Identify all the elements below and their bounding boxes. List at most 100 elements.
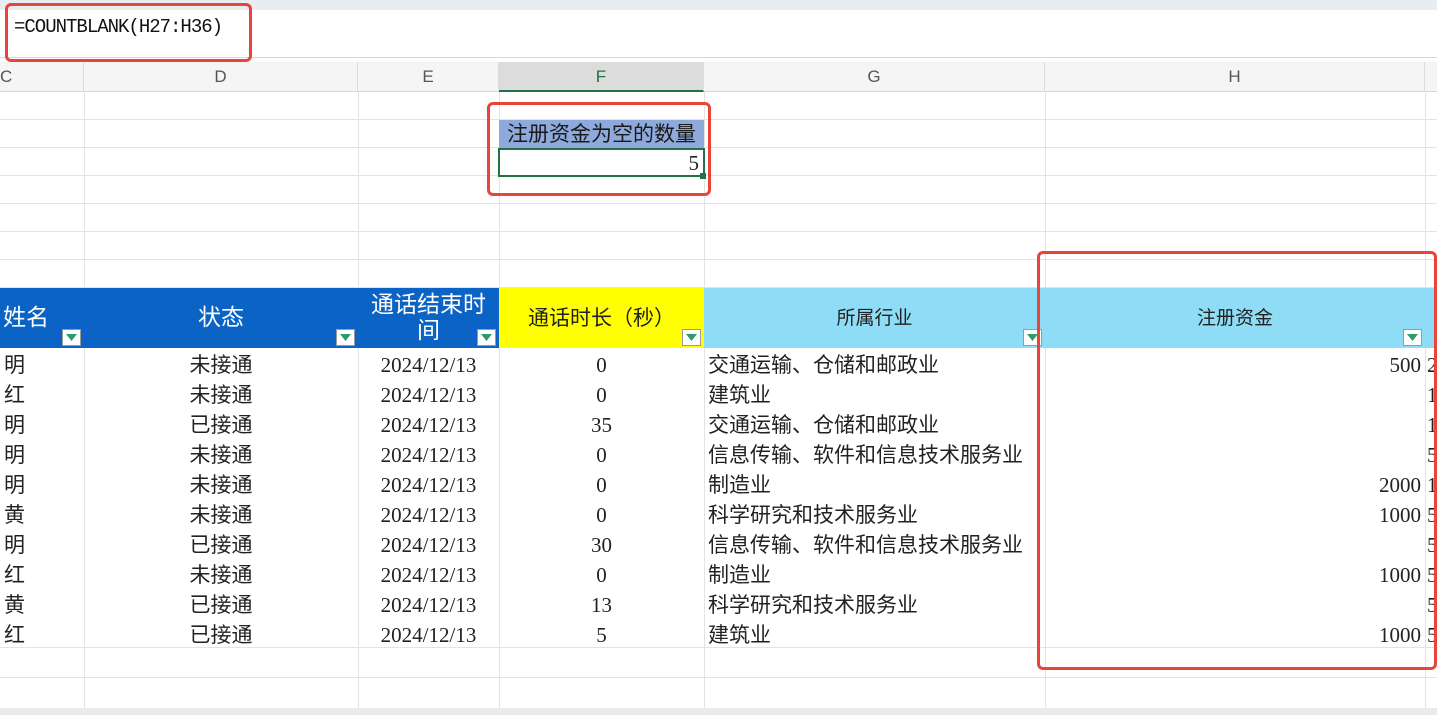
summary-value-cell[interactable]: 5 <box>498 148 705 177</box>
cell-duration[interactable]: 0 <box>499 499 704 529</box>
cell-industry[interactable]: 制造业 <box>704 469 1045 499</box>
filter-dropdown-icon[interactable] <box>477 329 496 346</box>
column-header-f[interactable]: F <box>499 62 704 92</box>
cell-duration[interactable]: 0 <box>499 439 704 469</box>
cell-name[interactable]: 明 <box>0 409 84 439</box>
cell-duration[interactable]: 5 <box>499 619 704 649</box>
cell-status[interactable]: 已接通 <box>84 589 358 619</box>
cell-next[interactable]: 2 <box>1425 349 1437 379</box>
cell-duration[interactable]: 0 <box>499 469 704 499</box>
cell-capital[interactable] <box>1045 439 1425 469</box>
header-end-time-label: 通话结束时间 <box>371 292 486 343</box>
header-next-column[interactable] <box>1425 288 1437 348</box>
cell-end-time[interactable]: 2024/12/13 <box>358 559 499 589</box>
filter-dropdown-icon[interactable] <box>1403 329 1422 346</box>
horizontal-scrollbar[interactable] <box>0 708 1437 715</box>
filter-dropdown-icon[interactable] <box>1023 329 1042 346</box>
column-header-h[interactable]: H <box>1045 62 1425 92</box>
cell-capital[interactable]: 2000 <box>1045 469 1425 499</box>
cell-capital[interactable] <box>1045 379 1425 409</box>
cell-next[interactable]: 1 <box>1425 379 1437 409</box>
cell-name[interactable]: 黄 <box>0 589 84 619</box>
cell-industry[interactable]: 交通运输、仓储和邮政业 <box>704 409 1045 439</box>
cell-next[interactable]: 1 <box>1425 469 1437 499</box>
summary-label-cell[interactable]: 注册资金为空的数量 <box>499 120 704 148</box>
header-duration[interactable]: 通话时长（秒） <box>499 288 704 348</box>
cell-next[interactable]: 5 <box>1425 559 1437 589</box>
cell-end-time[interactable]: 2024/12/13 <box>358 469 499 499</box>
header-end-time[interactable]: 通话结束时间 <box>358 288 499 348</box>
cell-end-time[interactable]: 2024/12/13 <box>358 409 499 439</box>
cell-next[interactable]: 5 <box>1425 589 1437 619</box>
cell-name[interactable]: 红 <box>0 379 84 409</box>
gridline <box>0 677 1437 678</box>
cell-capital[interactable] <box>1045 529 1425 559</box>
cell-capital[interactable] <box>1045 589 1425 619</box>
cell-status[interactable]: 未接通 <box>84 439 358 469</box>
cell-capital[interactable]: 500 <box>1045 349 1425 379</box>
cell-duration[interactable]: 13 <box>499 589 704 619</box>
header-industry[interactable]: 所属行业 <box>704 288 1045 348</box>
cell-name[interactable]: 红 <box>0 559 84 589</box>
cell-end-time[interactable]: 2024/12/13 <box>358 439 499 469</box>
cell-name[interactable]: 黄 <box>0 499 84 529</box>
cell-duration[interactable]: 30 <box>499 529 704 559</box>
column-header-i[interactable] <box>1425 62 1437 92</box>
cell-capital[interactable]: 1000 <box>1045 499 1425 529</box>
cell-end-time[interactable]: 2024/12/13 <box>358 349 499 379</box>
filter-dropdown-icon[interactable] <box>336 329 355 346</box>
cell-name[interactable]: 明 <box>0 529 84 559</box>
fill-handle[interactable] <box>700 173 706 179</box>
cell-end-time[interactable]: 2024/12/13 <box>358 619 499 649</box>
formula-input[interactable]: =COUNTBLANK(H27:H36) <box>14 16 223 38</box>
cell-end-time[interactable]: 2024/12/13 <box>358 529 499 559</box>
cell-duration[interactable]: 0 <box>499 559 704 589</box>
formula-bar[interactable]: =COUNTBLANK(H27:H36) <box>0 0 1437 58</box>
cell-name[interactable]: 红 <box>0 619 84 649</box>
cell-name[interactable]: 明 <box>0 349 84 379</box>
header-duration-label: 通话时长（秒） <box>528 306 675 330</box>
column-header-d[interactable]: D <box>84 62 358 92</box>
cell-next[interactable]: 5 <box>1425 499 1437 529</box>
cell-status[interactable]: 未接通 <box>84 349 358 379</box>
cell-industry[interactable]: 制造业 <box>704 559 1045 589</box>
cell-end-time[interactable]: 2024/12/13 <box>358 499 499 529</box>
cell-status[interactable]: 未接通 <box>84 499 358 529</box>
column-header-e[interactable]: E <box>358 62 499 92</box>
cell-status[interactable]: 未接通 <box>84 559 358 589</box>
header-status[interactable]: 状态 <box>84 288 358 348</box>
cell-next[interactable]: 5 <box>1425 529 1437 559</box>
cell-status[interactable]: 未接通 <box>84 379 358 409</box>
cell-duration[interactable]: 35 <box>499 409 704 439</box>
header-capital[interactable]: 注册资金 <box>1045 288 1425 348</box>
cell-capital[interactable]: 1000 <box>1045 619 1425 649</box>
cell-status[interactable]: 已接通 <box>84 529 358 559</box>
cell-duration[interactable]: 0 <box>499 379 704 409</box>
cell-next[interactable]: 5 <box>1425 439 1437 469</box>
cell-next[interactable]: 5 <box>1425 619 1437 649</box>
cell-end-time[interactable]: 2024/12/13 <box>358 379 499 409</box>
cell-end-time[interactable]: 2024/12/13 <box>358 589 499 619</box>
cell-industry[interactable]: 科学研究和技术服务业 <box>704 589 1045 619</box>
header-name-label: 姓名 <box>3 305 49 330</box>
cell-industry[interactable]: 交通运输、仓储和邮政业 <box>704 349 1045 379</box>
cell-industry[interactable]: 建筑业 <box>704 379 1045 409</box>
column-header-g[interactable]: G <box>704 62 1045 92</box>
column-header-c[interactable]: C <box>0 62 84 92</box>
filter-dropdown-icon[interactable] <box>682 329 701 346</box>
cell-status[interactable]: 已接通 <box>84 409 358 439</box>
cell-next[interactable]: 1 <box>1425 409 1437 439</box>
header-name[interactable]: 姓名 <box>0 288 84 348</box>
cell-industry[interactable]: 科学研究和技术服务业 <box>704 499 1045 529</box>
cell-capital[interactable] <box>1045 409 1425 439</box>
cell-capital[interactable]: 1000 <box>1045 559 1425 589</box>
cell-duration[interactable]: 0 <box>499 349 704 379</box>
cell-status[interactable]: 未接通 <box>84 469 358 499</box>
cell-industry[interactable]: 信息传输、软件和信息技术服务业 <box>704 439 1045 469</box>
cell-status[interactable]: 已接通 <box>84 619 358 649</box>
filter-dropdown-icon[interactable] <box>62 329 81 346</box>
cell-industry[interactable]: 信息传输、软件和信息技术服务业 <box>704 529 1045 559</box>
cell-name[interactable]: 明 <box>0 439 84 469</box>
cell-name[interactable]: 明 <box>0 469 84 499</box>
cell-industry[interactable]: 建筑业 <box>704 619 1045 649</box>
